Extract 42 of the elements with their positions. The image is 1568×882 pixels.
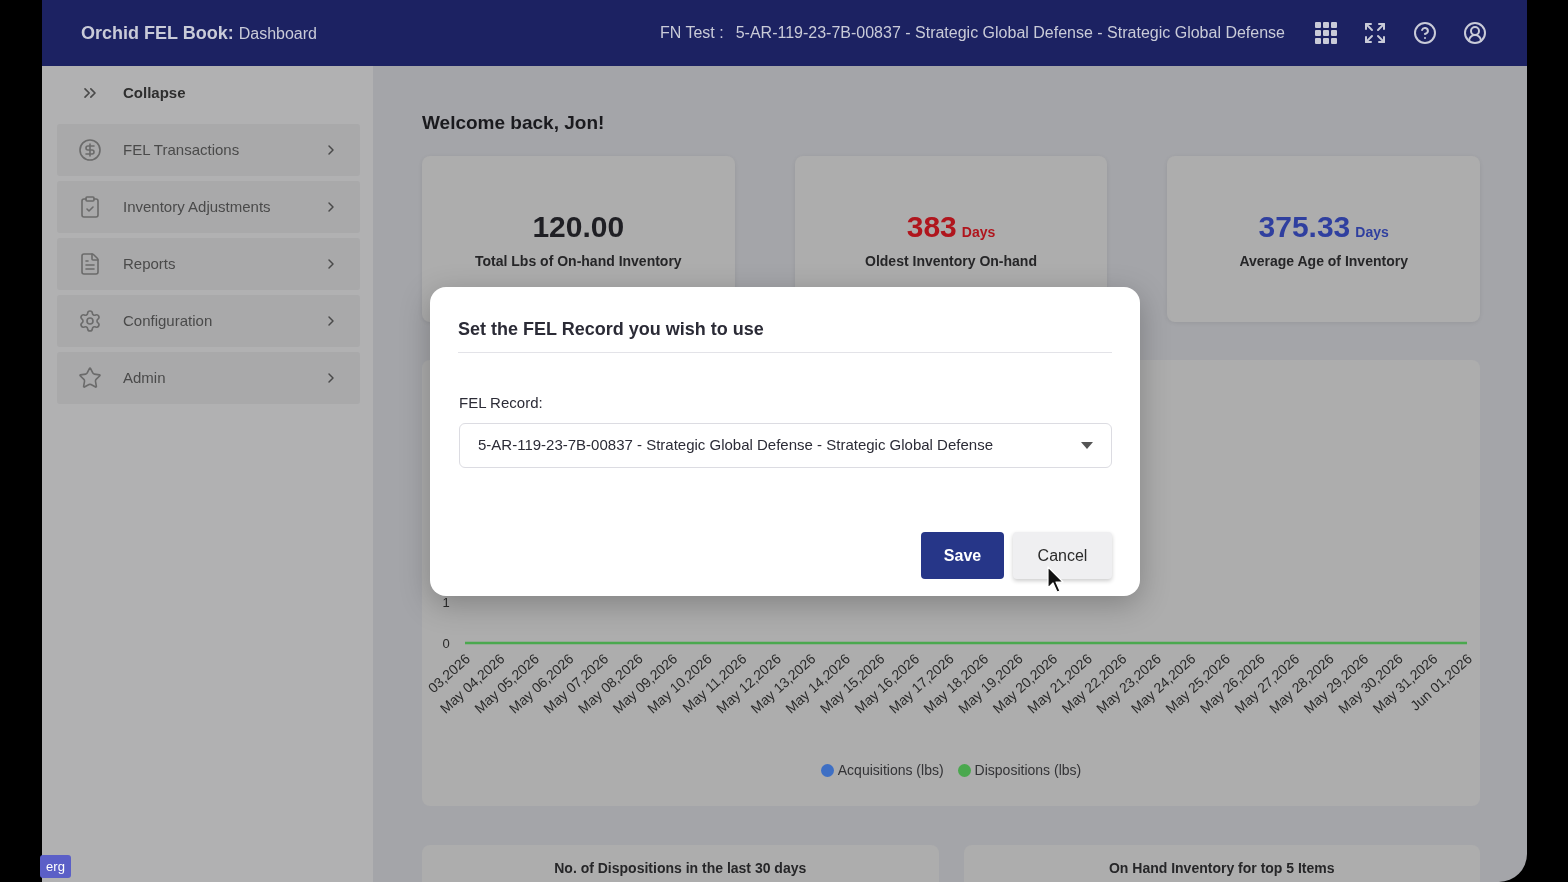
star-icon [78, 366, 102, 390]
record-select[interactable]: 5-AR-119-23-7B-00837 - Strategic Global Defense - Strategic Global Defense [459, 423, 1112, 468]
dollar-coin-icon [78, 138, 102, 162]
nav-item[interactable]: Admin [57, 352, 360, 404]
stat-label: Average Age of Inventory [1239, 252, 1408, 271]
dialog-title: Set the FEL Record you wish to use [458, 318, 765, 341]
app-title: Orchid FEL Book: [81, 21, 234, 45]
collapse-button[interactable]: Collapse [80, 81, 186, 105]
expand-icon[interactable] [1363, 21, 1387, 45]
welcome-heading: Welcome back, Jon! [422, 111, 606, 135]
card-title: On Hand Inventory for top 5 Items [1108, 859, 1335, 878]
nav-item[interactable]: Configuration [57, 295, 360, 347]
page-title: Dashboard [238, 23, 317, 44]
save-button[interactable]: Save [921, 532, 1004, 579]
clipboard-check-icon [78, 195, 102, 219]
legend-label: Dispositions (lbs) [974, 761, 1082, 780]
nav-item[interactable]: Reports [57, 238, 360, 290]
current-record: 5-AR-119-23-7B-00837 - Strategic Global Defense - Strategic Global Defense [735, 23, 1285, 43]
user-icon[interactable] [1463, 21, 1487, 45]
stat-unit: Days [961, 223, 996, 242]
stat-label: Oldest Inventory On-hand [865, 252, 1037, 271]
y-tick-label: 1 [442, 595, 450, 610]
nav-item[interactable]: Inventory Adjustments [57, 181, 360, 233]
stat-value: 375.33 [1258, 209, 1351, 245]
caret-down-icon [1081, 442, 1093, 449]
document-icon [78, 252, 102, 276]
apps-grid-icon[interactable] [1315, 22, 1337, 44]
y-tick-label: 0 [442, 636, 450, 651]
nav-item[interactable]: FEL Transactions [57, 124, 360, 176]
stat-value: 120.00 [532, 209, 625, 245]
help-icon[interactable] [1413, 21, 1437, 45]
record-label: FN Test : [659, 23, 724, 43]
stat-unit: Days [1355, 223, 1389, 242]
gear-icon [78, 309, 102, 333]
card-title: No. of Dispositions in the last 30 days [554, 859, 807, 878]
legend-label: Acquisitions (lbs) [837, 761, 944, 780]
stat-value: 383 [906, 209, 957, 245]
taskbar-tab[interactable]: erg [40, 855, 71, 878]
field-label: FEL Record: [458, 393, 543, 413]
stat-label: Total Lbs of On-hand Inventory [475, 252, 682, 271]
mouse-pointer-icon [1047, 566, 1064, 593]
cancel-button[interactable]: Cancel [1013, 532, 1112, 579]
